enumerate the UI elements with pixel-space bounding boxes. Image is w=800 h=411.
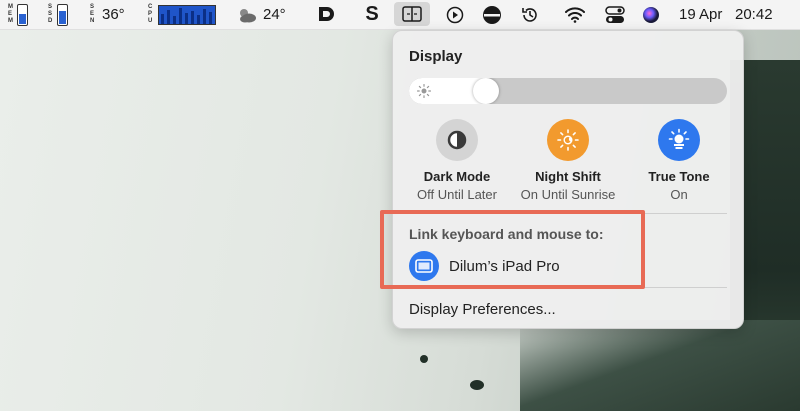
sidecar-icon[interactable]	[394, 2, 430, 26]
night-shift-status: On Until Sunrise	[520, 187, 616, 202]
dark-mode-toggle[interactable]: Dark Mode Off Until Later	[402, 119, 512, 202]
ssd-bar-fill	[59, 10, 66, 24]
mem-bar-fill	[19, 13, 26, 24]
cpu-graph	[158, 4, 216, 25]
true-tone-status: On	[670, 187, 688, 202]
wifi-icon[interactable]	[563, 0, 587, 29]
night-shift-icon[interactable]	[547, 119, 589, 161]
true-tone-icon[interactable]	[658, 119, 700, 161]
night-shift-toggle[interactable]: Night Shift On Until Sunrise	[513, 119, 623, 202]
s-app-icon[interactable]: S	[360, 0, 384, 29]
play-icon[interactable]	[444, 0, 466, 29]
cpu-stat[interactable]: CPU	[148, 0, 216, 29]
dark-mode-status: Off Until Later	[417, 187, 497, 202]
dark-mode-icon[interactable]	[436, 119, 478, 161]
time-label[interactable]: 20:42	[735, 0, 773, 29]
highlight-box	[380, 210, 645, 289]
brightness-slider-knob[interactable]	[473, 78, 499, 104]
ssd-stat[interactable]: SSD	[48, 0, 68, 29]
mem-stat[interactable]: MEM	[8, 0, 28, 29]
menu-bar: MEM SSD SEN 36° CPU 24° S 19 Apr 20:42	[0, 0, 800, 30]
true-tone-toggle[interactable]: True Tone On	[624, 119, 734, 202]
weather-item[interactable]: 24°	[236, 0, 286, 29]
ssd-bar	[57, 3, 68, 26]
panel-title: Display	[409, 48, 463, 65]
temperature-value: 36°	[102, 6, 125, 23]
night-shift-label: Night Shift	[535, 169, 601, 184]
sensor-stat[interactable]: SEN 36°	[90, 0, 125, 29]
ssd-stat-label: SSD	[48, 4, 53, 24]
dark-mode-label: Dark Mode	[423, 169, 491, 184]
date-label[interactable]: 19 Apr	[679, 0, 722, 29]
wallpaper-dark-area-bottom	[520, 320, 800, 411]
time-machine-icon[interactable]	[519, 0, 541, 29]
cpu-stat-label: CPU	[148, 4, 153, 24]
display-preferences-link[interactable]: Display Preferences...	[409, 301, 556, 318]
wallpaper-spot	[420, 355, 428, 363]
true-tone-label: True Tone	[648, 169, 710, 184]
mem-stat-label: MEM	[8, 4, 13, 24]
brightness-slider[interactable]	[409, 78, 727, 104]
brightness-icon	[417, 84, 431, 98]
sensor-stat-label: SEN	[90, 4, 95, 24]
d-app-icon[interactable]	[314, 0, 338, 29]
control-center-icon[interactable]	[603, 0, 627, 29]
vpn-icon[interactable]	[480, 0, 504, 29]
cloud-sun-icon	[240, 8, 256, 22]
weather-temperature: 24°	[263, 6, 286, 23]
mem-bar	[17, 3, 28, 26]
wallpaper-spot	[470, 380, 484, 390]
siri-icon[interactable]	[640, 0, 662, 29]
